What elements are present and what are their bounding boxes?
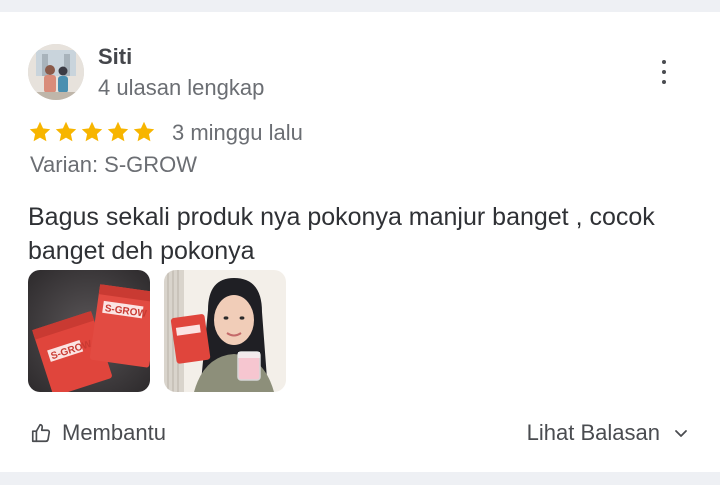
thumbs-up-icon bbox=[31, 423, 51, 443]
review-time: 3 minggu lalu bbox=[172, 120, 303, 145]
star-rating bbox=[28, 120, 156, 144]
review-photo-user-with-product[interactable] bbox=[164, 270, 286, 392]
kebab-menu-icon[interactable] bbox=[652, 58, 676, 86]
review-text: Bagus sekali produk nya pokonya manjur b… bbox=[28, 203, 655, 265]
star-icon bbox=[133, 121, 155, 142]
star-icon bbox=[107, 121, 129, 142]
helpful-button[interactable]: Membantu bbox=[30, 420, 166, 446]
avatar[interactable] bbox=[28, 44, 84, 100]
reviewer-name[interactable]: Siti bbox=[98, 44, 132, 70]
review-photo-product-packs[interactable]: S-GROW S-GROW bbox=[28, 270, 150, 392]
reviewer-review-count: 4 ulasan lengkap bbox=[98, 75, 265, 100]
star-icon bbox=[29, 121, 51, 142]
view-replies-label: Lihat Balasan bbox=[526, 420, 660, 445]
chevron-down-icon bbox=[675, 430, 687, 437]
review-card: Siti 4 ulasan lengkap 3 minggu lalu Vari… bbox=[0, 12, 720, 472]
view-replies-button[interactable]: Lihat Balasan bbox=[527, 420, 688, 446]
star-icon bbox=[81, 121, 103, 142]
product-variant: Varian: S-GROW bbox=[30, 152, 198, 177]
helpful-label: Membantu bbox=[62, 420, 166, 445]
star-icon bbox=[55, 121, 77, 142]
